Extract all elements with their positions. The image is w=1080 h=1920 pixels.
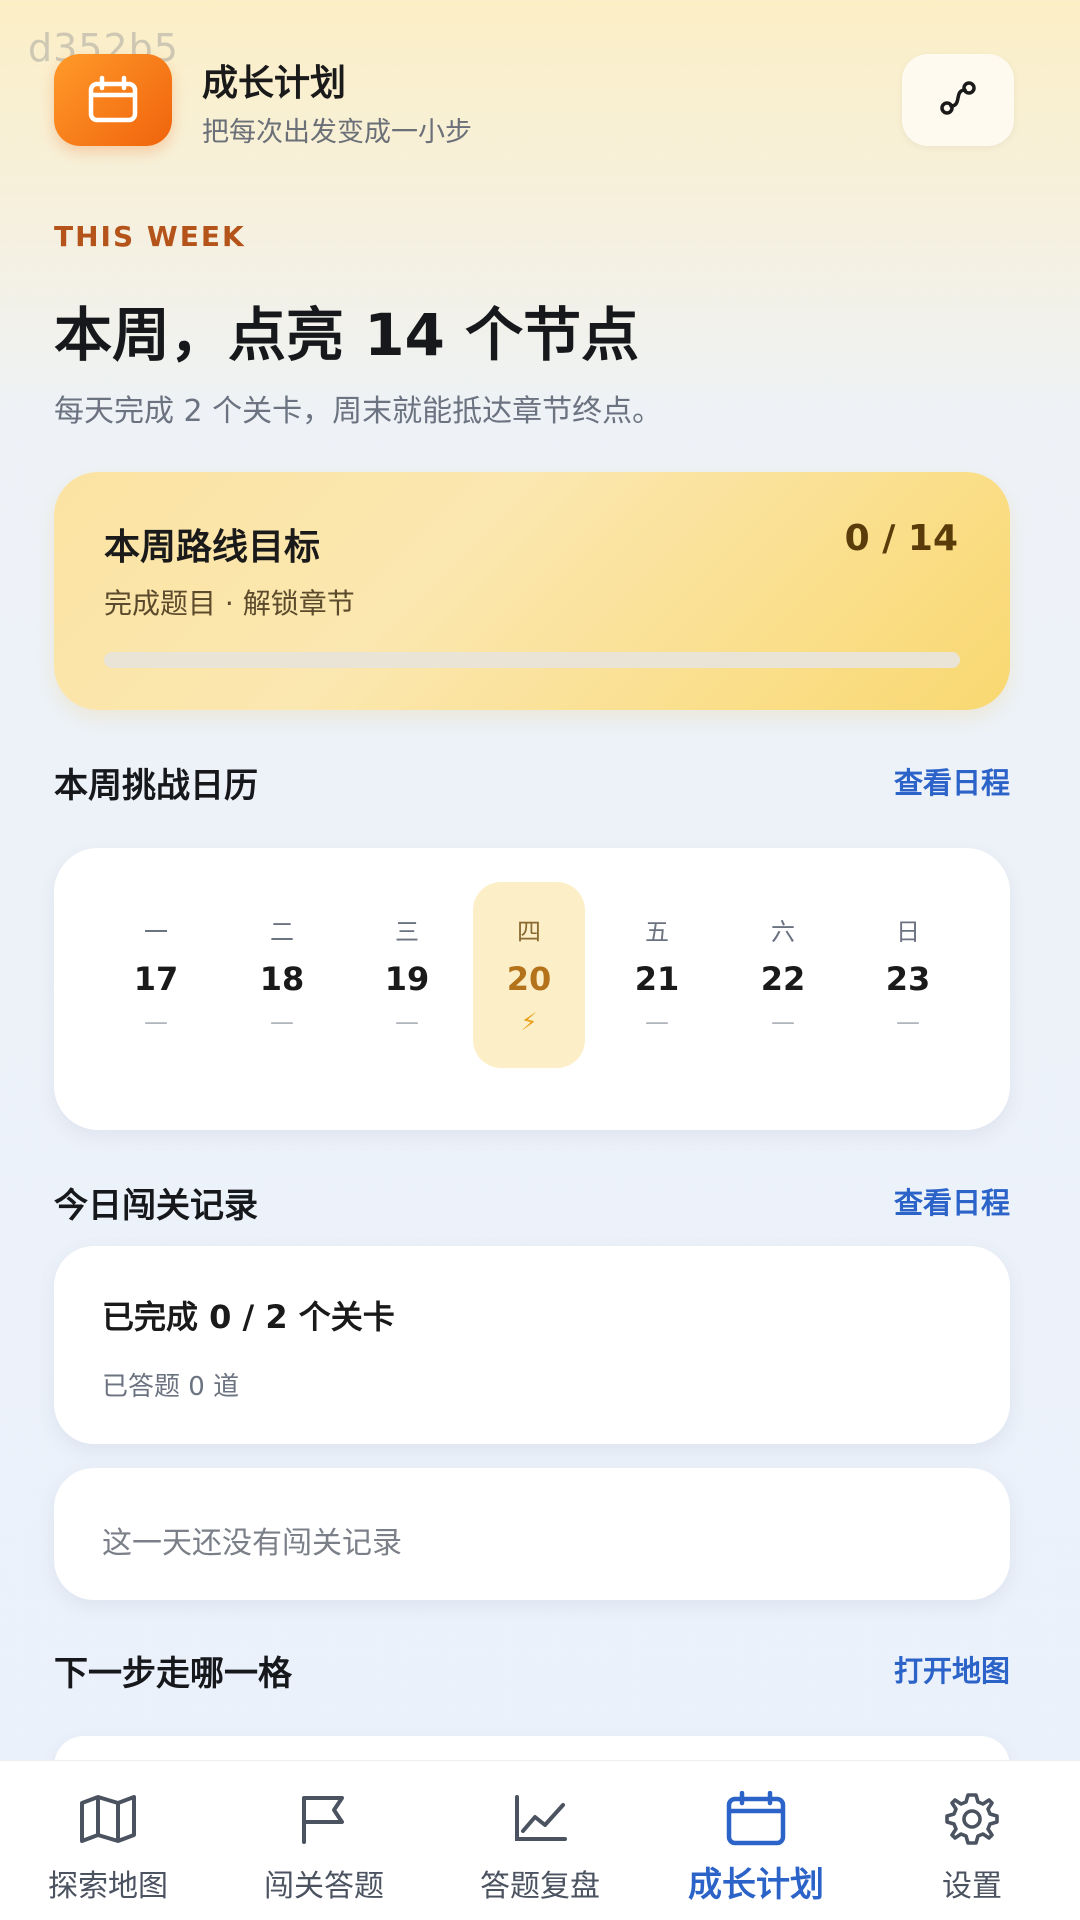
weekday-label: 二	[270, 918, 294, 946]
header: 成长计划 把每次出发变成一小步	[54, 54, 1014, 150]
bottom-nav: 探索地图 闯关答题 答题复盘 成长计划 设置	[0, 1760, 1080, 1920]
goal-title: 本周路线目标	[104, 527, 321, 568]
view-schedule-link-2[interactable]: 查看日程	[894, 1180, 1010, 1222]
empty-record-card: 这一天还没有闯关记录	[54, 1468, 1010, 1600]
goal-count: 0 / 14	[844, 518, 958, 559]
open-map-link[interactable]: 打开地图	[894, 1648, 1010, 1690]
next-step-section-title: 下一步走哪一格	[54, 1654, 292, 1694]
calendar-day[interactable]: 三 19 —	[351, 882, 463, 1068]
page-subtitle: 把每次出发变成一小步	[202, 117, 472, 148]
weekday-label: 三	[395, 918, 419, 946]
view-schedule-link[interactable]: 查看日程	[894, 760, 1010, 802]
weekday-label: 日	[896, 918, 920, 946]
gear-icon	[940, 1789, 1004, 1849]
flag-icon	[292, 1789, 356, 1849]
date-number: 22	[760, 960, 806, 998]
week-tag: THIS WEEK	[54, 220, 246, 253]
date-number: 19	[384, 960, 430, 998]
nav-item-settings[interactable]: 设置	[864, 1761, 1080, 1920]
goal-subtitle: 完成题目 · 解锁章节	[104, 587, 355, 620]
route-button[interactable]	[902, 54, 1014, 146]
day-status: —	[771, 1008, 795, 1036]
headline: 本周，点亮 14 个节点	[54, 301, 640, 369]
date-number: 20	[506, 960, 552, 998]
date-number: 17	[133, 960, 179, 998]
lightning-icon: ⚡	[520, 1008, 538, 1036]
page-title: 成长计划	[202, 63, 347, 104]
weekday-label: 四	[517, 918, 541, 946]
map-icon	[76, 1789, 140, 1849]
record-subtitle: 已答题 0 道	[102, 1372, 240, 1402]
nav-label: 成长计划	[688, 1865, 824, 1905]
day-status: —	[270, 1008, 294, 1036]
nav-label: 设置	[942, 1869, 1002, 1904]
day-status: —	[645, 1008, 669, 1036]
day-status: —	[144, 1008, 168, 1036]
weekly-goal-card[interactable]: 本周路线目标 0 / 14 完成题目 · 解锁章节	[54, 472, 1010, 710]
headline-subtitle: 每天完成 2 个关卡，周末就能抵达章节终点。	[54, 394, 663, 429]
route-icon	[936, 76, 980, 124]
calendar-icon	[54, 54, 172, 146]
date-number: 23	[885, 960, 931, 998]
record-title: 已完成 0 / 2 个关卡	[102, 1298, 395, 1336]
goal-progress-bar	[104, 652, 960, 668]
day-status: —	[395, 1008, 419, 1036]
calendar-day[interactable]: 日 23 —	[852, 882, 964, 1068]
calendar-day[interactable]: 六 22 —	[727, 882, 839, 1068]
weekday-label: 一	[144, 918, 168, 946]
nav-label: 答题复盘	[480, 1869, 600, 1904]
calendar-day-today[interactable]: 四 20 ⚡	[473, 882, 585, 1068]
empty-record-text: 这一天还没有闯关记录	[102, 1526, 402, 1561]
weekday-label: 六	[771, 918, 795, 946]
day-status: —	[896, 1008, 920, 1036]
chart-icon	[508, 1789, 572, 1849]
nav-item-growth-plan[interactable]: 成长计划	[648, 1761, 864, 1920]
nav-item-challenge[interactable]: 闯关答题	[216, 1761, 432, 1920]
nav-item-explore-map[interactable]: 探索地图	[0, 1761, 216, 1920]
nav-label: 探索地图	[48, 1869, 168, 1904]
calendar-section-title: 本周挑战日历	[54, 766, 258, 806]
nav-item-review[interactable]: 答题复盘	[432, 1761, 648, 1920]
today-record-card[interactable]: 已完成 0 / 2 个关卡 已答题 0 道	[54, 1246, 1010, 1444]
weekday-label: 五	[645, 918, 669, 946]
nav-label: 闯关答题	[264, 1869, 384, 1904]
calendar-icon	[724, 1789, 788, 1849]
date-number: 21	[634, 960, 680, 998]
calendar-day[interactable]: 五 21 —	[601, 882, 713, 1068]
calendar-day[interactable]: 一 17 —	[100, 882, 212, 1068]
date-number: 18	[259, 960, 305, 998]
week-calendar: 一 17 — 二 18 — 三 19 — 四 20 ⚡ 五 21 — 六 22 …	[54, 848, 1010, 1130]
calendar-day[interactable]: 二 18 —	[226, 882, 338, 1068]
record-section-title: 今日闯关记录	[54, 1186, 258, 1226]
